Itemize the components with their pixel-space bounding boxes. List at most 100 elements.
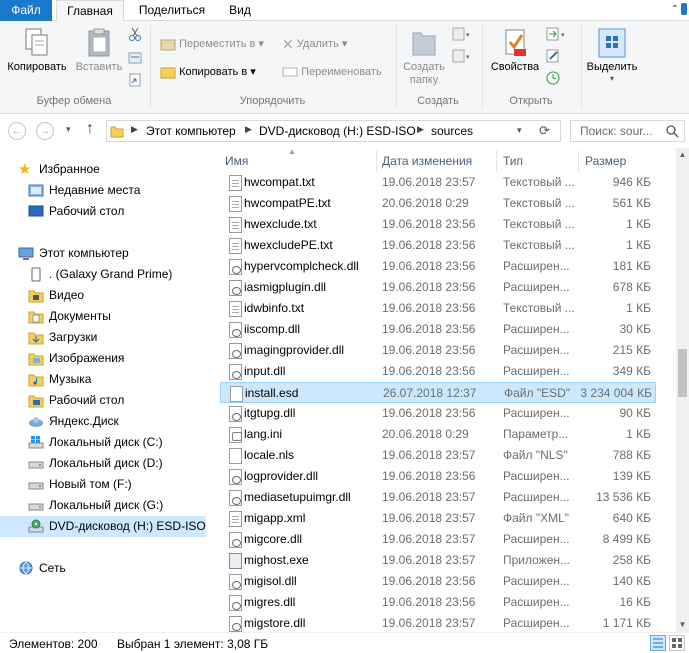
nav-desktop[interactable]: Рабочий стол [0,201,206,222]
breadcrumb-chevron-icon[interactable]: ▶ [131,124,138,135]
tab-view[interactable]: Вид [220,0,260,21]
nav-recent-places[interactable]: Недавние места [0,180,206,201]
delete-button[interactable]: ✕ Удалить ▾ [282,35,347,53]
large-icons-view-button[interactable] [669,635,685,651]
recent-locations-icon[interactable]: ▾ [66,124,71,135]
column-size[interactable]: Размер [585,154,626,168]
table-row[interactable]: migapp.xml 19.06.2018 23:57 Файл "XML" 640 … [220,508,656,529]
scroll-down-icon[interactable]: ▼ [676,618,689,632]
scroll-thumb[interactable] [678,349,687,397]
breadcrumb-dvd-drive[interactable]: DVD-дисковод (H:) ESD-ISO [259,124,416,138]
rename-button[interactable]: Переименовать [282,63,382,81]
status-bar: Элементов: 200 Выбран 1 элемент: 3,08 ГБ [0,632,689,653]
paste-button[interactable]: Вставить [72,27,126,74]
search-input[interactable]: Поиск: sour... [570,120,685,142]
move-to-button[interactable]: Переместить в ▾ [160,35,264,53]
breadcrumb-chevron-icon[interactable]: ▶ [417,124,424,135]
nav-documents[interactable]: Документы [0,306,206,327]
nav-favorites[interactable]: ★ Избранное [0,159,206,180]
details-view-button[interactable] [650,635,666,651]
nav-drive-c[interactable]: Локальный диск (C:) [0,432,206,453]
table-row[interactable]: install.esd 26.07.2018 12:37 Файл "ESD" 3 2… [220,382,656,403]
table-row[interactable]: idwbinfo.txt 19.06.2018 23:56 Текстовый ..… [220,298,656,319]
table-row[interactable]: migres.dll 19.06.2018 23:56 Расширен... 16 … [220,592,656,613]
column-divider[interactable] [578,150,579,172]
edit-icon[interactable] [546,49,560,63]
paste-shortcut-icon[interactable] [128,73,142,87]
copy-to-button[interactable]: Копировать в ▾ [160,63,256,81]
nav-galaxy-phone[interactable]: . (Galaxy Grand Prime) [0,264,206,285]
yandex-disk-icon [29,417,43,427]
properties-button[interactable]: Свойства [486,27,544,74]
history-icon[interactable] [546,71,560,85]
file-type: Текстовый ... [503,301,575,315]
nav-network[interactable]: Сеть [0,558,206,579]
breadcrumb-chevron-icon[interactable]: ▶ [245,124,252,135]
nav-videos[interactable]: Видео [0,285,206,306]
table-row[interactable]: locale.nls 19.06.2018 23:57 Файл "NLS" 788 … [220,445,656,466]
nav-drive-g[interactable]: Локальный диск (G:) [0,495,206,516]
table-row[interactable]: iiscomp.dll 19.06.2018 23:56 Расширен... 30… [220,319,656,340]
easy-access-icon[interactable]: ▾ [452,49,472,63]
forward-button[interactable]: → [36,122,54,140]
copy-path-icon[interactable] [128,51,142,65]
column-divider[interactable] [376,150,377,172]
breadcrumb-sources[interactable]: sources [431,124,473,138]
select-button[interactable]: Выделить ▾ [585,27,639,83]
table-row[interactable]: migcore.dll 19.06.2018 23:57 Расширен... 8 … [220,529,656,550]
file-dll-icon [229,616,242,632]
vertical-scrollbar[interactable]: ▲ ▼ [676,148,689,632]
table-row[interactable]: hwexcludePE.txt 19.06.2018 23:56 Текстовый… [220,235,656,256]
nav-downloads[interactable]: Загрузки [0,327,206,348]
address-field[interactable]: ▶ Этот компьютер ▶ DVD-дисковод (H:) ESD… [106,120,561,142]
tab-file[interactable]: Файл [0,0,52,21]
nav-drive-d[interactable]: Локальный диск (D:) [0,453,206,474]
back-button[interactable]: ← [8,122,26,140]
table-row[interactable]: mediasetupuimgr.dll 19.06.2018 23:57 Расши… [220,487,656,508]
table-row[interactable]: mighost.exe 19.06.2018 23:57 Приложен... 25… [220,550,656,571]
column-divider[interactable] [496,150,497,172]
table-row[interactable]: lang.ini 20.06.2018 0:29 Параметр... 1 КБ [220,424,656,445]
help-icon[interactable] [679,2,689,16]
scroll-up-icon[interactable]: ▲ [676,148,689,162]
address-dropdown-icon[interactable]: ▾ [517,125,522,136]
up-icon[interactable]: ↑ [86,120,94,138]
nav-this-pc[interactable]: Этот компьютер [0,243,206,264]
file-size: 640 КБ [612,511,651,525]
tab-home[interactable]: Главная [56,0,124,22]
table-row[interactable]: hwexclude.txt 19.06.2018 23:56 Текстовый .… [220,214,656,235]
nav-drive-f[interactable]: Новый том (F:) [0,474,206,495]
column-name[interactable]: Имя [225,154,248,168]
nav-pictures[interactable]: Изображения [0,348,206,369]
new-item-icon[interactable]: ▾ [452,27,472,41]
open-icon[interactable]: ▾ [546,27,570,41]
file-type: Расширен... [503,280,570,294]
new-folder-button[interactable]: Создать папку [398,27,450,87]
nav-desktop-pc[interactable]: Рабочий стол [0,390,206,411]
refresh-icon[interactable]: ⟳ [539,123,550,139]
table-row[interactable]: hwcompat.txt 19.06.2018 23:57 Текстовый ..… [220,172,656,193]
table-row[interactable]: iasmigplugin.dll 19.06.2018 23:56 Расширен… [220,277,656,298]
nav-label: Рабочий стол [49,204,125,218]
breadcrumb-this-pc[interactable]: Этот компьютер [146,124,236,138]
folder-icon [110,126,124,138]
table-row[interactable]: input.dll 19.06.2018 23:56 Расширен... 349 … [220,361,656,382]
table-row[interactable]: migstore.dll 19.06.2018 23:57 Расширен... 1… [220,613,656,634]
table-row[interactable]: imagingprovider.dll 19.06.2018 23:56 Расши… [220,340,656,361]
nav-music[interactable]: Музыка [0,369,206,390]
table-row[interactable]: itgtupg.dll 19.06.2018 23:56 Расширен... 90… [220,403,656,424]
table-row[interactable]: hypervcomplcheck.dll 19.06.2018 23:56 Расш… [220,256,656,277]
table-row[interactable]: logprovider.dll 19.06.2018 23:56 Расширен.… [220,466,656,487]
cut-icon[interactable] [128,27,142,41]
column-date[interactable]: Дата изменения [382,154,472,168]
table-row[interactable]: hwcompatPE.txt 20.06.2018 0:29 Текстовый .… [220,193,656,214]
column-type[interactable]: Тип [503,154,523,168]
nav-dvd-drive[interactable]: DVD-дисковод (H:) ESD-ISO [0,516,206,537]
tab-share[interactable]: Поделиться [134,0,210,21]
collapse-ribbon-icon[interactable]: ⌃ [671,4,679,15]
copy-button[interactable]: Копировать [4,27,70,74]
drive-icon [28,503,44,511]
table-row[interactable]: migisol.dll 19.06.2018 23:56 Расширен... 14… [220,571,656,592]
nav-yandex-disk[interactable]: Яндекс.Диск [0,411,206,432]
new-folder-label-2: папку [409,74,439,86]
